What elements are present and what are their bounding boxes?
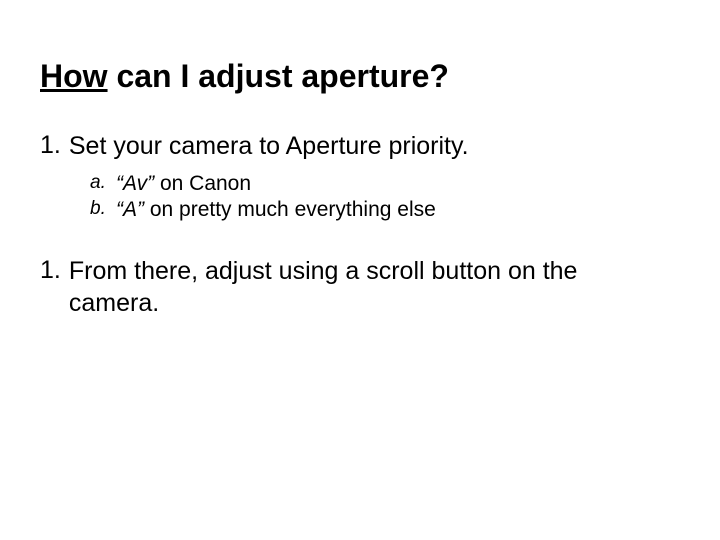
item-number: 1.	[40, 131, 61, 160]
item-text: Set your camera to Aperture priority.	[69, 131, 469, 162]
sub-text: “Av” on Canon	[116, 172, 251, 196]
title-rest: can I adjust aperture?	[108, 58, 449, 94]
italic-term: “Av”	[116, 172, 154, 195]
page-title: How can I adjust aperture?	[40, 58, 680, 95]
italic-term: “A”	[116, 198, 144, 221]
item-number: 1.	[40, 256, 61, 285]
sub-marker: a.	[90, 172, 116, 194]
sub-marker: b.	[90, 198, 116, 220]
list-item: 1. From there, adjust using a scroll but…	[40, 256, 680, 319]
title-underlined-word: How	[40, 58, 108, 94]
sub-rest: on pretty much everything else	[144, 198, 436, 221]
sublist: a. “Av” on Canon b. “A” on pretty much e…	[90, 172, 680, 222]
sublist-item: a. “Av” on Canon	[90, 172, 680, 196]
sublist-item: b. “A” on pretty much everything else	[90, 198, 680, 222]
sub-text: “A” on pretty much everything else	[116, 198, 436, 222]
item-text: From there, adjust using a scroll button…	[69, 256, 629, 319]
list-item: 1. Set your camera to Aperture priority.	[40, 131, 680, 162]
sub-rest: on Canon	[154, 172, 251, 195]
